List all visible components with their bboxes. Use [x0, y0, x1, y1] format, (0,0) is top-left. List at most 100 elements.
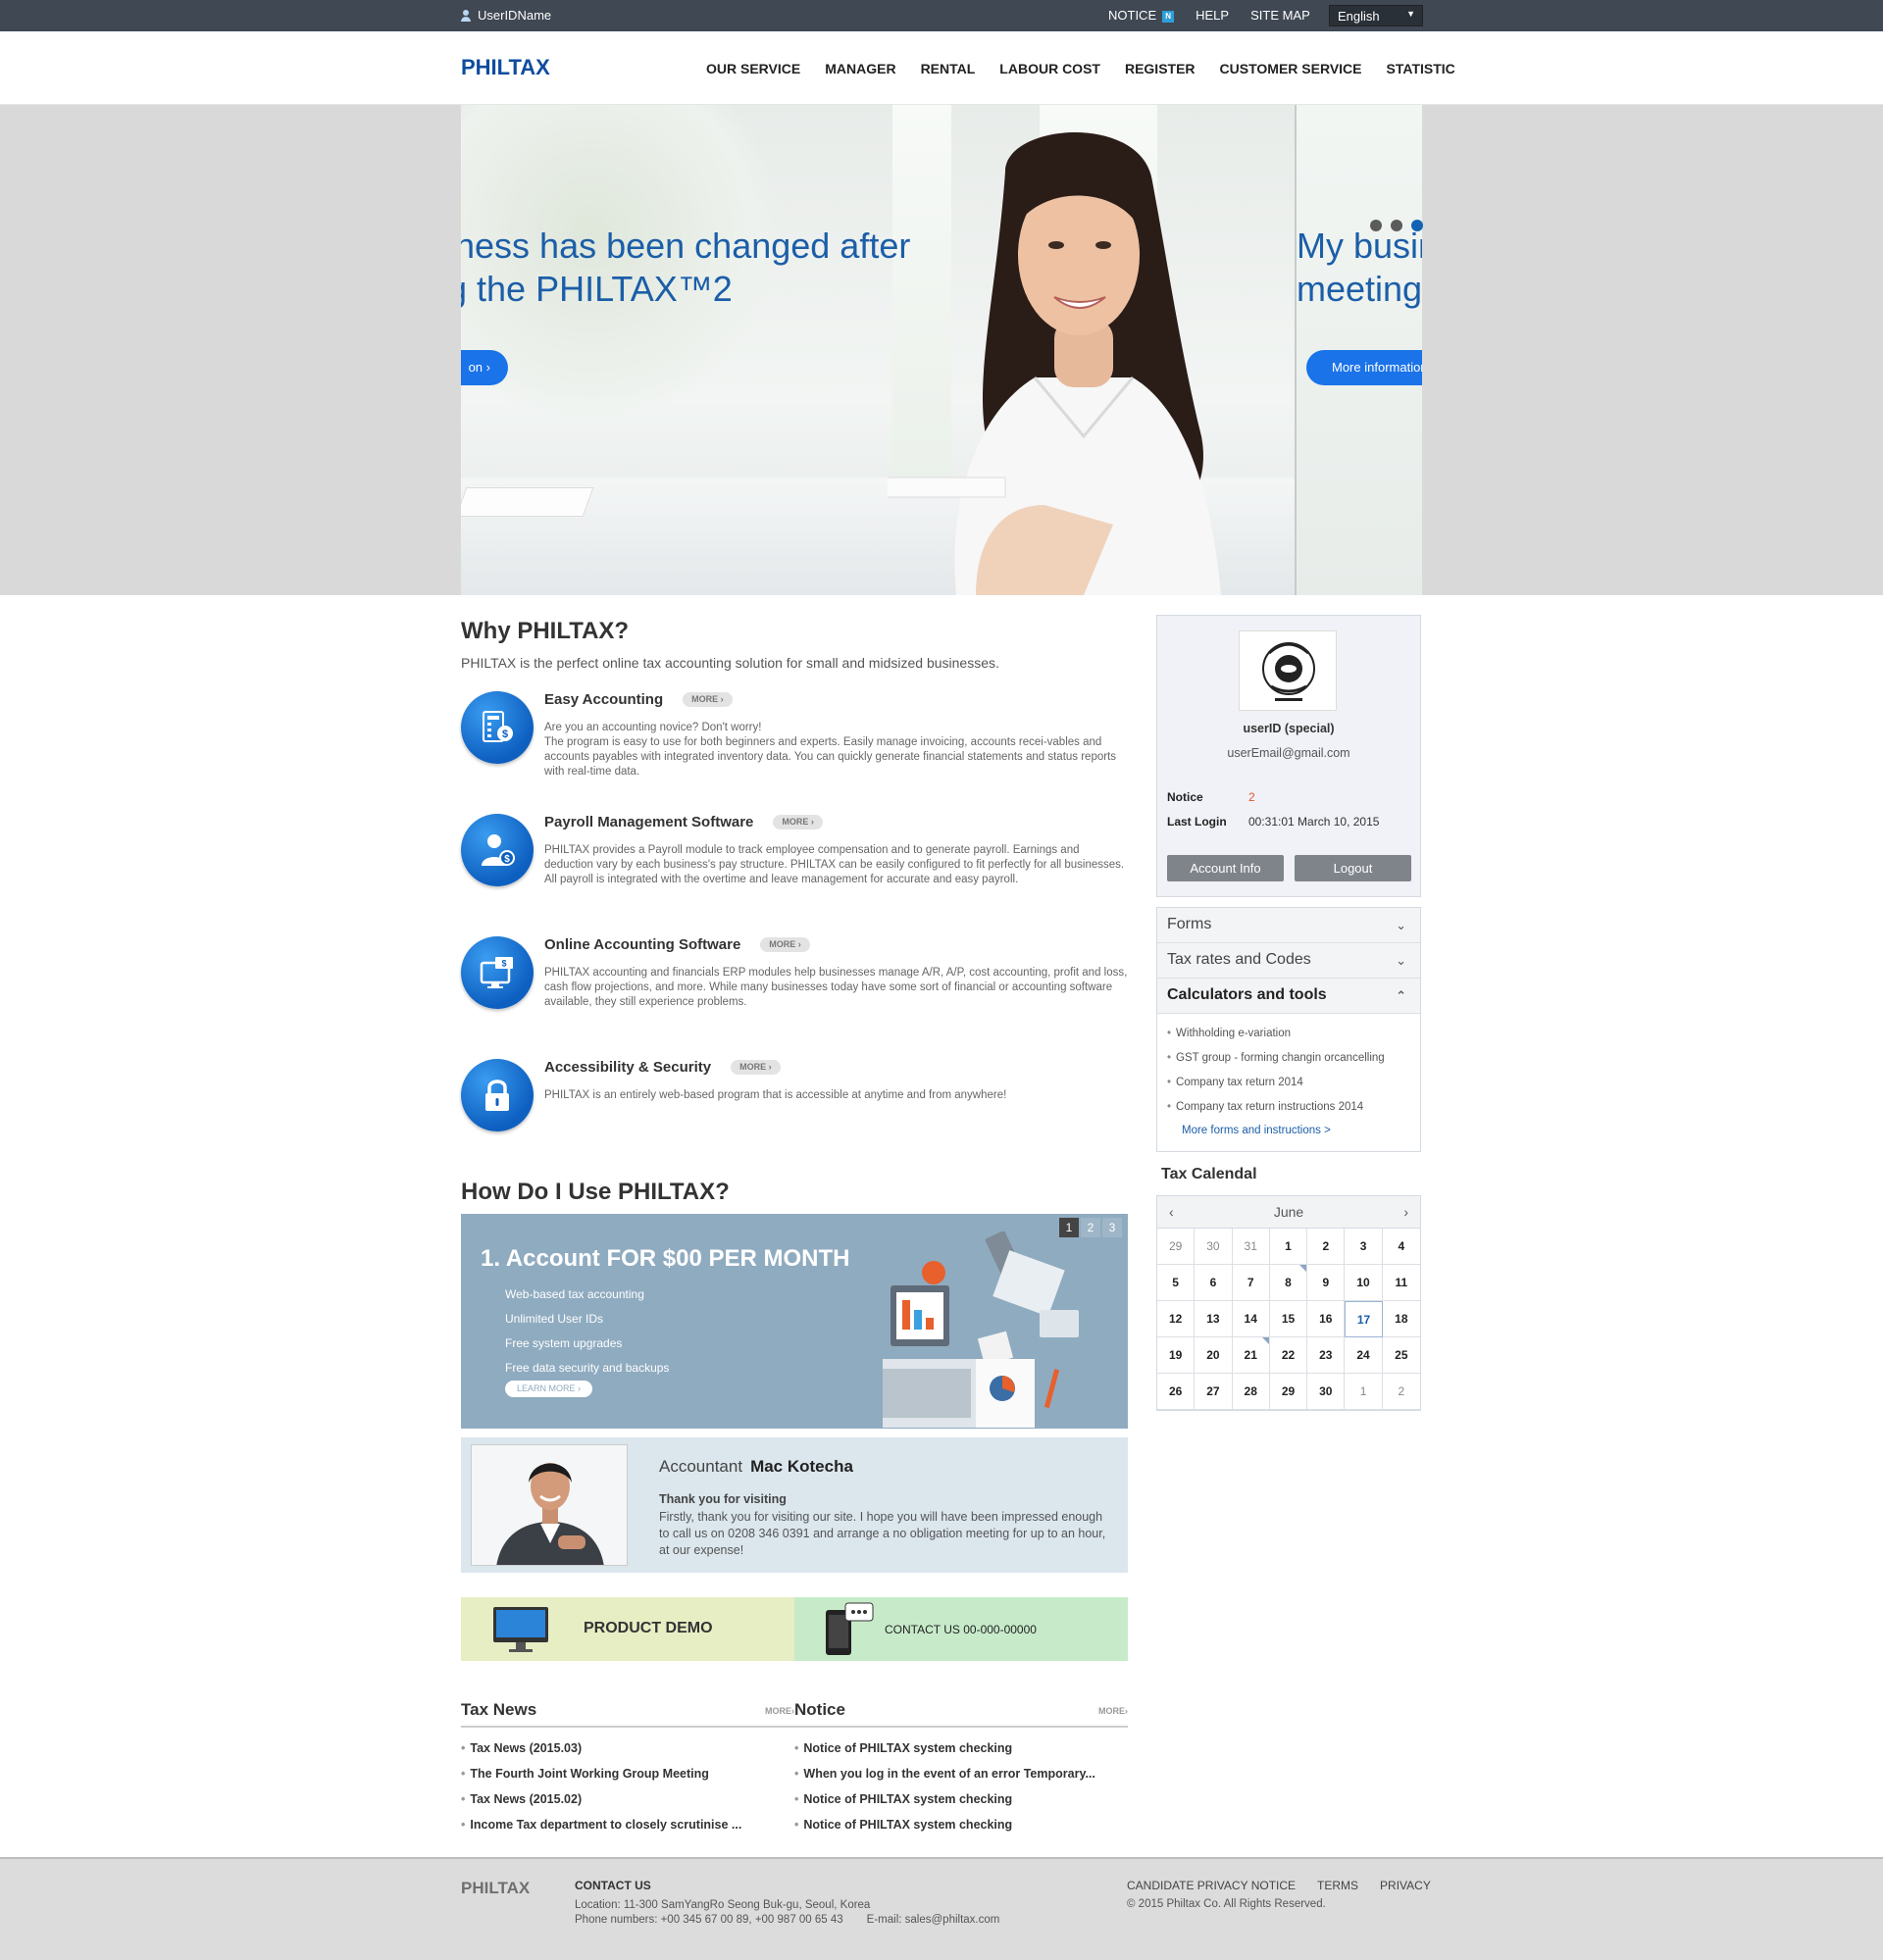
calendar-day[interactable]: 29 — [1269, 1374, 1308, 1410]
notice-item[interactable]: Notice of PHILTAX system checking — [794, 1812, 1128, 1837]
nav-statistic[interactable]: STATISTIC — [1387, 61, 1455, 76]
more-button[interactable]: MORE › — [683, 692, 733, 707]
tool-link[interactable]: Company tax return instructions 2014 — [1167, 1095, 1410, 1120]
calendar-day[interactable]: 30 — [1307, 1374, 1346, 1410]
more-information-button[interactable]: More information — [1306, 350, 1422, 385]
notice-item[interactable]: Notice of PHILTAX system checking — [794, 1735, 1128, 1761]
calendar-day[interactable]: 6 — [1195, 1265, 1233, 1301]
logout-button[interactable]: Logout — [1295, 855, 1411, 881]
nav-our-service[interactable]: OUR SERVICE — [706, 61, 800, 76]
notice-more-link[interactable]: MORE› — [1098, 1706, 1128, 1716]
calendar-day[interactable]: 2 — [1382, 1374, 1420, 1410]
nav-manager[interactable]: MANAGER — [825, 61, 895, 76]
chevron-left-icon[interactable]: ‹ — [1169, 1196, 1174, 1229]
more-button[interactable]: MORE › — [760, 937, 810, 952]
learn-more-button[interactable]: LEARN MORE › — [505, 1381, 593, 1397]
carousel-dot[interactable] — [1370, 220, 1382, 231]
account-info-button[interactable]: Account Info — [1167, 855, 1284, 881]
news-item[interactable]: The Fourth Joint Working Group Meeting — [461, 1761, 794, 1786]
tax-news-title: Tax News MORE› — [461, 1700, 794, 1728]
nav-labour-cost[interactable]: LABOUR COST — [999, 61, 1100, 76]
calendar-day[interactable]: 23 — [1307, 1337, 1346, 1374]
accordion-forms[interactable]: Forms ⌄ — [1157, 908, 1420, 943]
how-title: How Do I Use PHILTAX? — [461, 1179, 730, 1205]
calendar-day[interactable]: 16 — [1307, 1301, 1346, 1337]
more-forms-link[interactable]: More forms and instructions > — [1167, 1120, 1410, 1141]
calendar-day[interactable]: 25 — [1382, 1337, 1420, 1374]
news-item[interactable]: Tax News (2015.02) — [461, 1786, 794, 1812]
calendar-day[interactable]: 26 — [1157, 1374, 1196, 1410]
hero-more-button[interactable]: on › — [461, 350, 508, 385]
calendar-day[interactable]: 3 — [1345, 1229, 1383, 1265]
calendar-day[interactable]: 27 — [1195, 1374, 1233, 1410]
calendar-day[interactable]: 22 — [1269, 1337, 1308, 1374]
calendar-day[interactable]: 30 — [1195, 1229, 1233, 1265]
calendar-day[interactable]: 9 — [1307, 1265, 1346, 1301]
calendar-day[interactable]: 21 — [1232, 1337, 1270, 1374]
tool-link[interactable]: Company tax return 2014 — [1167, 1071, 1410, 1095]
terms-link[interactable]: TERMS — [1317, 1879, 1358, 1892]
tax-news-more-link[interactable]: MORE› — [765, 1706, 794, 1716]
calendar-day[interactable]: 31 — [1232, 1229, 1270, 1265]
svg-text:$: $ — [501, 959, 506, 969]
notice-item[interactable]: Notice of PHILTAX system checking — [794, 1786, 1128, 1812]
accordion-calculators[interactable]: Calculators and tools ⌃ — [1157, 979, 1420, 1014]
calendar-day[interactable]: 24 — [1345, 1337, 1383, 1374]
calendar-day[interactable]: 5 — [1157, 1265, 1196, 1301]
notice-item[interactable]: When you log in the event of an error Te… — [794, 1761, 1128, 1786]
calendar-day[interactable]: 13 — [1195, 1301, 1233, 1337]
product-demo-label: PRODUCT DEMO — [584, 1620, 713, 1636]
more-button[interactable]: MORE › — [731, 1060, 781, 1075]
nav-register[interactable]: REGISTER — [1125, 61, 1196, 76]
accordion-label: Tax rates and Codes — [1167, 951, 1311, 968]
calendar-day[interactable]: 29 — [1157, 1229, 1196, 1265]
calendar-day[interactable]: 20 — [1195, 1337, 1233, 1374]
why-subtitle: PHILTAX is the perfect online tax accoun… — [461, 655, 999, 671]
user-name: UserIDName — [478, 8, 552, 23]
calendar-day[interactable]: 7 — [1232, 1265, 1270, 1301]
tool-link[interactable]: Withholding e-variation — [1167, 1022, 1410, 1046]
calendar-day[interactable]: 11 — [1382, 1265, 1420, 1301]
calendar-day[interactable]: 8 — [1269, 1265, 1308, 1301]
privacy-link[interactable]: PRIVACY — [1380, 1879, 1431, 1892]
calendar-day[interactable]: 14 — [1232, 1301, 1270, 1337]
help-link[interactable]: HELP — [1196, 8, 1229, 23]
footer-email[interactable]: E-mail: sales@philtax.com — [867, 1914, 1000, 1926]
carousel-dots — [1370, 220, 1423, 231]
nav-rental[interactable]: RENTAL — [921, 61, 976, 76]
calendar-day[interactable]: 28 — [1232, 1374, 1270, 1410]
svg-text:$: $ — [504, 854, 510, 865]
more-button[interactable]: MORE › — [773, 815, 823, 829]
chevron-right-icon[interactable]: › — [1403, 1196, 1408, 1229]
site-map-link[interactable]: SITE MAP — [1250, 8, 1310, 23]
calendar-day[interactable]: 19 — [1157, 1337, 1196, 1374]
news-item[interactable]: Income Tax department to closely scrutin… — [461, 1812, 794, 1837]
calendar-day-today[interactable]: 17 — [1345, 1301, 1383, 1337]
calendar-day[interactable]: 1 — [1269, 1229, 1308, 1265]
calendar-day[interactable]: 2 — [1307, 1229, 1346, 1265]
calendar-day[interactable]: 18 — [1382, 1301, 1420, 1337]
calendar-day[interactable]: 12 — [1157, 1301, 1196, 1337]
calendar-day[interactable]: 4 — [1382, 1229, 1420, 1265]
candidate-privacy-link[interactable]: CANDIDATE PRIVACY NOTICE — [1127, 1879, 1296, 1892]
main-nav: OUR SERVICE MANAGER RENTAL LABOUR COST R… — [706, 61, 1455, 76]
feature-security: Accessibility & Security MORE › PHILTAX i… — [461, 1059, 1128, 1137]
notice-link[interactable]: NOTICE N — [1108, 8, 1175, 23]
nav-customer-service[interactable]: CUSTOMER SERVICE — [1220, 61, 1362, 76]
tool-link[interactable]: GST group - forming changin orcancelling — [1167, 1046, 1410, 1071]
logo[interactable]: PHILTAX — [461, 55, 550, 80]
carousel-dot-active[interactable] — [1411, 220, 1423, 231]
user-menu[interactable]: UserIDName — [461, 8, 551, 23]
calendar-day[interactable]: 1 — [1345, 1374, 1383, 1410]
accordion-tax-rates[interactable]: Tax rates and Codes ⌄ — [1157, 943, 1420, 979]
person-dollar-icon: $ — [461, 814, 534, 886]
language-select[interactable]: English ▼ — [1329, 5, 1423, 26]
news-item[interactable]: Tax News (2015.03) — [461, 1735, 794, 1761]
last-login-label: Last Login — [1167, 815, 1227, 829]
product-demo-button[interactable]: PRODUCT DEMO — [461, 1597, 794, 1661]
notice-count[interactable]: 2 — [1248, 790, 1255, 804]
contact-us-button[interactable]: CONTACT US 00-000-00000 — [794, 1597, 1128, 1661]
calendar-day[interactable]: 15 — [1269, 1301, 1308, 1337]
calendar-day[interactable]: 10 — [1345, 1265, 1383, 1301]
carousel-dot[interactable] — [1391, 220, 1402, 231]
